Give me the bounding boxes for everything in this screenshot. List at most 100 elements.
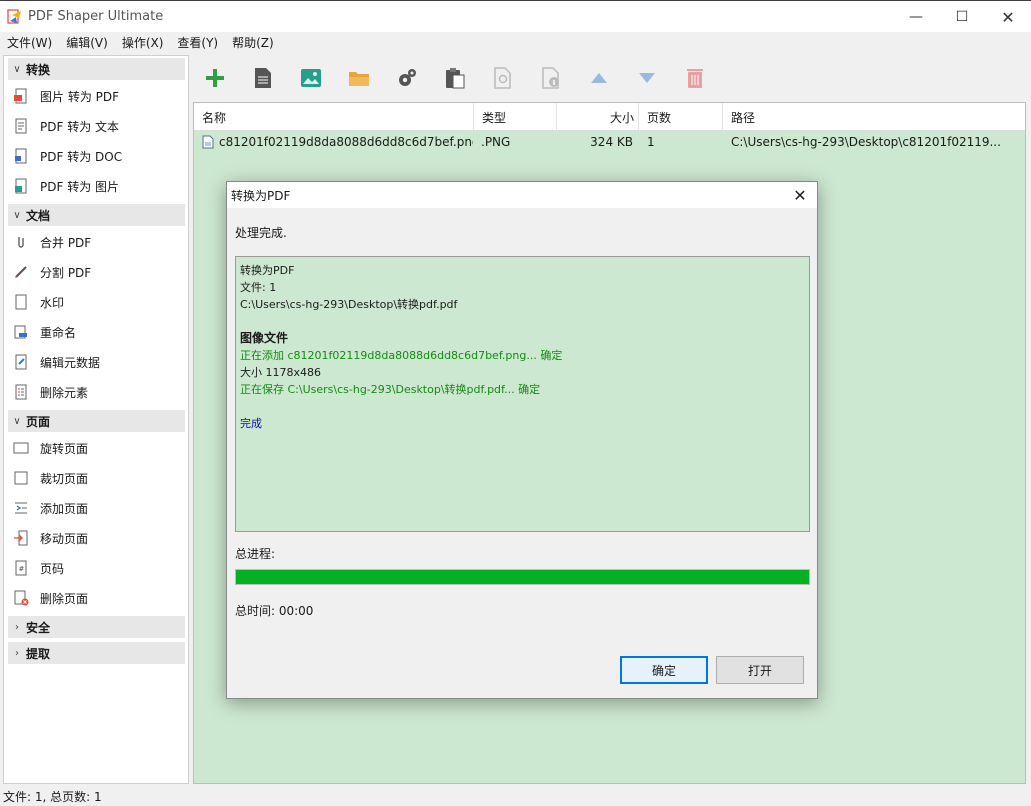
- column-header-path[interactable]: 路径: [723, 103, 1025, 131]
- nav-add-page[interactable]: 添加页面: [12, 496, 182, 520]
- dialog-title: 转换为PDF: [231, 188, 291, 203]
- doc-icon: [12, 147, 30, 165]
- open-button[interactable]: 打开: [716, 656, 804, 684]
- clipboard-icon: [446, 68, 465, 89]
- section-label: 提取: [26, 646, 51, 661]
- progress-fill: [236, 570, 809, 584]
- log-line: 完成: [240, 417, 262, 430]
- nav-label: 删除元素: [40, 385, 89, 400]
- convert-dialog: 转换为PDF ✕ 处理完成. 转换为PDF 文件: 1 C:\Users\cs-…: [226, 181, 818, 699]
- nav-label: 重命名: [40, 325, 77, 340]
- nav-label: 图片 转为 PDF: [40, 89, 120, 104]
- log-output: 转换为PDF 文件: 1 C:\Users\cs-hg-293\Desktop\…: [235, 256, 810, 532]
- nav-label: 页码: [40, 561, 65, 576]
- nav-delete-page[interactable]: 删除页面: [12, 586, 182, 610]
- nav-crop-page[interactable]: 裁切页面: [12, 466, 182, 490]
- log-line: 正在添加 c81201f02119d8da8088d6dd8c6d7bef.pn…: [240, 349, 563, 362]
- svg-text:#: #: [19, 565, 25, 573]
- nav-rotate-page[interactable]: 旋转页面: [12, 436, 182, 460]
- app-logo-icon: [7, 9, 21, 24]
- log-line: 图像文件: [240, 331, 289, 345]
- remove-elements-icon: [12, 383, 30, 401]
- move-up-icon: [591, 73, 607, 83]
- split-icon: [12, 263, 30, 281]
- nav-label: 添加页面: [40, 501, 89, 516]
- section-document[interactable]: ∨ 文档: [8, 204, 185, 226]
- image-button[interactable]: [298, 65, 324, 91]
- nav-pdf-to-image[interactable]: PDF 转为 图片: [12, 174, 182, 198]
- move-up-button[interactable]: [586, 65, 612, 91]
- column-header-size[interactable]: 大小: [557, 103, 639, 131]
- add-files-button[interactable]: [202, 65, 228, 91]
- close-icon[interactable]: ✕: [791, 186, 809, 205]
- file-pages: 1: [647, 135, 655, 149]
- close-icon[interactable]: ✕: [985, 1, 1031, 33]
- preview-button[interactable]: [490, 65, 516, 91]
- preview-icon: [494, 67, 511, 89]
- nav-label: 移动页面: [40, 531, 89, 546]
- document-icon: [255, 68, 271, 88]
- page-number-icon: #: [12, 559, 30, 577]
- menu-view[interactable]: 查看(Y): [170, 34, 225, 51]
- settings-icon: [399, 69, 416, 86]
- column-header-name[interactable]: 名称: [194, 103, 474, 131]
- minimize-icon[interactable]: —: [893, 1, 939, 33]
- dialog-status: 处理完成.: [235, 226, 287, 240]
- section-extract[interactable]: › 提取: [8, 642, 185, 664]
- window-title: PDF Shaper Ultimate: [28, 9, 164, 24]
- delete-icon: [687, 69, 703, 88]
- info-button[interactable]: [538, 65, 564, 91]
- add-icon: [206, 69, 224, 87]
- menu-actions[interactable]: 操作(X): [115, 34, 171, 51]
- nav-page-numbers[interactable]: # 页码: [12, 556, 182, 580]
- menu-help[interactable]: 帮助(Z): [225, 34, 281, 51]
- status-bar: 文件: 1, 总页数: 1: [3, 789, 102, 804]
- nav-watermark[interactable]: 水印: [12, 290, 182, 314]
- pdf-to-image-icon: [12, 177, 30, 195]
- nav-label: PDF 转为 DOC: [40, 149, 123, 164]
- menu-file[interactable]: 文件(W): [0, 34, 59, 51]
- info-icon: [542, 67, 559, 89]
- clipboard-button[interactable]: [442, 65, 468, 91]
- nav-label: 编辑元数据: [40, 355, 101, 370]
- nav-pdf-to-doc[interactable]: PDF 转为 DOC: [12, 144, 182, 168]
- log-line: 转换为PDF: [240, 264, 295, 277]
- watermark-icon: [12, 293, 30, 311]
- chevron-down-icon: ∨: [13, 209, 21, 221]
- table-row[interactable]: c81201f02119d8da8088d6dd8c6d7bef.png .PN…: [194, 131, 1025, 153]
- open-folder-button[interactable]: [346, 65, 372, 91]
- nav-label: 分割 PDF: [40, 265, 92, 280]
- nav-merge-pdf[interactable]: 合并 PDF: [12, 230, 182, 254]
- progress-bar: [235, 569, 810, 585]
- section-pages[interactable]: ∨ 页面: [8, 410, 185, 432]
- delete-page-icon: [12, 589, 30, 607]
- nav-remove-elements[interactable]: 删除元素: [12, 380, 182, 404]
- move-down-button[interactable]: [634, 65, 660, 91]
- nav-image-to-pdf[interactable]: 图片 转为 PDF: [12, 84, 182, 108]
- file-path: C:\Users\cs-hg-293\Desktop\c81201f02119.…: [731, 135, 1001, 149]
- section-security[interactable]: › 安全: [8, 616, 185, 638]
- menu-edit[interactable]: 编辑(V): [59, 34, 115, 51]
- nav-pdf-to-text[interactable]: PDF 转为 文本: [12, 114, 182, 138]
- section-convert[interactable]: ∨ 转换: [8, 58, 185, 80]
- nav-label: 删除页面: [40, 591, 89, 606]
- nav-move-page[interactable]: 移动页面: [12, 526, 182, 550]
- section-label: 文档: [26, 208, 51, 223]
- maximize-icon[interactable]: ☐: [939, 1, 985, 33]
- delete-button[interactable]: [682, 65, 708, 91]
- total-time: 总时间: 00:00: [235, 604, 314, 618]
- sidebar: ∨ 转换 图片 转为 PDF PDF 转为 文本 PDF 转为 DOC PDF …: [3, 55, 189, 784]
- column-header-row: 名称 类型 大小 页数 路径: [194, 103, 1025, 131]
- nav-split-pdf[interactable]: 分割 PDF: [12, 260, 182, 284]
- column-header-type[interactable]: 类型: [474, 103, 557, 131]
- settings-button[interactable]: [394, 65, 420, 91]
- column-header-pages[interactable]: 页数: [639, 103, 723, 131]
- nav-rename[interactable]: 重命名: [12, 320, 182, 344]
- log-line: 文件: 1: [240, 281, 277, 294]
- document-button[interactable]: [250, 65, 276, 91]
- ok-button[interactable]: 确定: [620, 656, 708, 684]
- log-line: C:\Users\cs-hg-293\Desktop\转换pdf.pdf: [240, 298, 458, 311]
- nav-edit-metadata[interactable]: 编辑元数据: [12, 350, 182, 374]
- add-page-icon: [12, 499, 30, 517]
